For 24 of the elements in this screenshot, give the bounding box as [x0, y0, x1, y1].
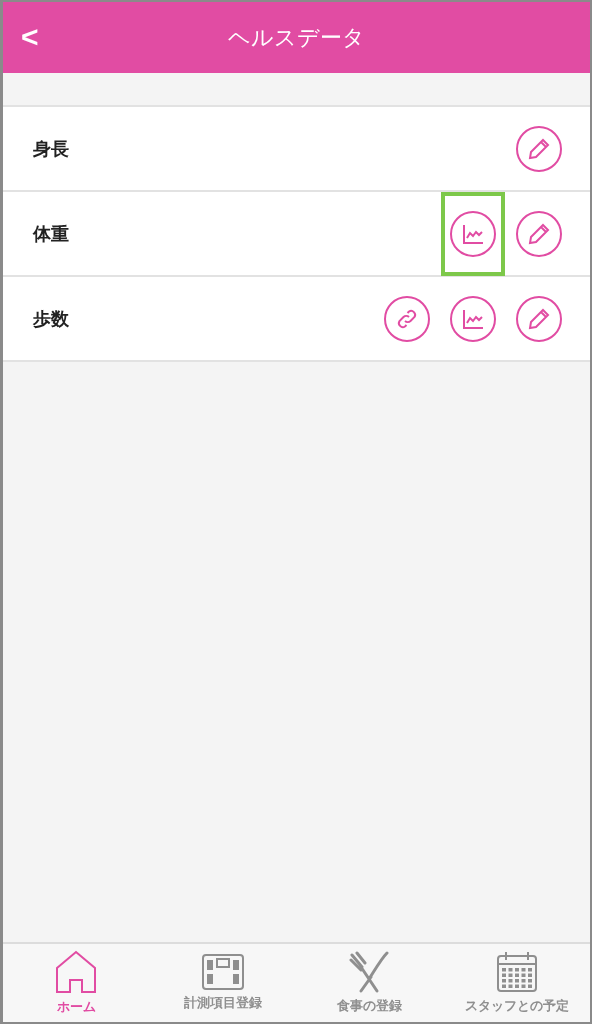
page-title: ヘルスデータ [228, 23, 365, 52]
chart-icon [461, 307, 485, 330]
back-button[interactable]: < [17, 20, 43, 54]
tab[interactable]: 食事の登録 [296, 944, 444, 1022]
row-label: 体重 [33, 221, 70, 246]
fork-knife-icon [348, 951, 391, 993]
pencil-icon [527, 221, 551, 246]
row-label: 身長 [33, 136, 70, 161]
pencil-icon [527, 306, 551, 331]
chart-button[interactable] [450, 210, 496, 257]
edit-button[interactable] [516, 295, 562, 342]
calendar-icon [495, 951, 538, 993]
home-icon [54, 950, 99, 994]
edit-button[interactable] [516, 125, 562, 172]
scale-icon [202, 954, 245, 990]
tab[interactable]: ホーム [3, 944, 150, 1022]
row-label: 歩数 [33, 306, 70, 331]
chart-button[interactable] [450, 295, 496, 342]
chart-icon [461, 222, 485, 245]
pencil-icon [527, 136, 551, 161]
edit-button[interactable] [516, 210, 562, 257]
tab[interactable]: スタッフとの予定 [443, 944, 590, 1022]
tab[interactable]: 計測項目登録 [149, 944, 297, 1022]
link-button[interactable] [384, 295, 430, 342]
